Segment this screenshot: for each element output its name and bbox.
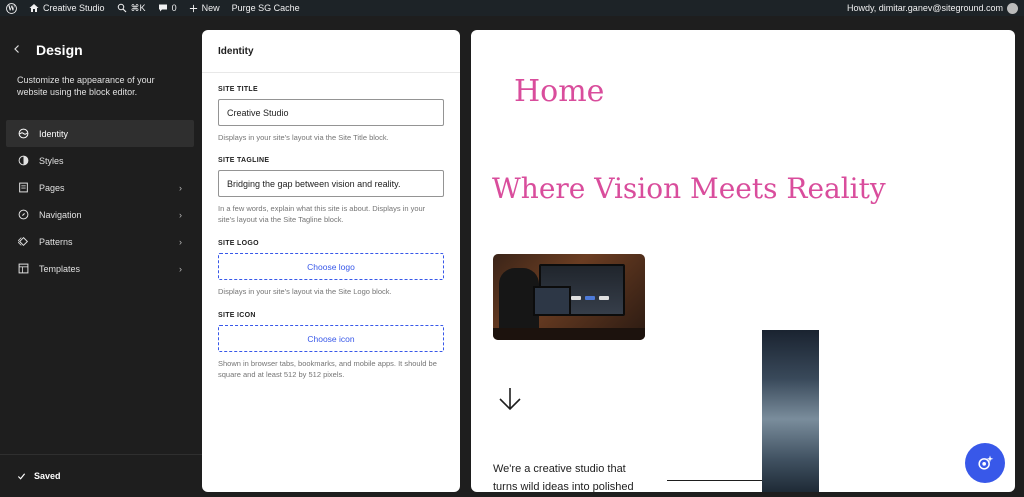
site-title-label: SITE TITLE bbox=[218, 86, 258, 93]
sidebar-item-pages[interactable]: Pages › bbox=[6, 174, 194, 201]
sidebar-item-label: Navigation bbox=[39, 209, 82, 220]
site-tagline-input[interactable]: Bridging the gap between vision and real… bbox=[218, 170, 444, 197]
sidebar-item-templates[interactable]: Templates › bbox=[6, 255, 194, 282]
site-tagline-label: SITE TAGLINE bbox=[218, 157, 270, 164]
back-button[interactable] bbox=[10, 43, 24, 57]
preview-hero-image bbox=[493, 254, 645, 340]
photo-monitor-secondary bbox=[533, 286, 571, 316]
new-label: New bbox=[201, 3, 220, 13]
site-icon-field: SITE ICON Choose icon Shown in browser t… bbox=[218, 312, 444, 380]
site-title-field: SITE TITLE Creative Studio Displays in y… bbox=[218, 86, 444, 143]
site-tagline-field: SITE TAGLINE Bridging the gap between vi… bbox=[218, 157, 444, 225]
home-icon bbox=[29, 4, 39, 12]
plus-icon bbox=[189, 4, 197, 12]
choose-logo-button[interactable]: Choose logo bbox=[218, 253, 444, 280]
preview-page-title: Home bbox=[514, 74, 605, 109]
design-sidebar: Design Customize the appearance of your … bbox=[0, 30, 202, 497]
navigation-icon bbox=[18, 209, 29, 220]
sidebar-nav: Identity Styles Pages › Navigation › Pat… bbox=[6, 120, 194, 282]
ai-assistant-button[interactable] bbox=[965, 443, 1005, 483]
patterns-icon bbox=[18, 236, 29, 247]
sidebar-item-label: Templates bbox=[39, 263, 81, 274]
admin-bar: W Creative Studio ⌘K 0 New Purge SG Cach… bbox=[0, 0, 1024, 16]
photo-desk bbox=[493, 328, 645, 340]
purge-cache-link[interactable]: Purge SG Cache bbox=[226, 0, 306, 16]
save-status: Saved bbox=[0, 454, 202, 497]
command-shortcut: ⌘K bbox=[130, 2, 146, 13]
chevron-right-icon: › bbox=[179, 209, 182, 220]
site-logo-help: Displays in your site's layout via the S… bbox=[218, 287, 392, 296]
checkmark-icon bbox=[17, 472, 26, 480]
howdy-text: Howdy, dimitar.ganev@siteground.com bbox=[846, 3, 1003, 13]
avatar bbox=[1007, 2, 1018, 14]
panel-title: Identity bbox=[202, 30, 460, 73]
identity-icon bbox=[18, 128, 29, 139]
sidebar-item-label: Identity bbox=[39, 128, 69, 139]
preview-divider bbox=[667, 480, 762, 481]
sidebar-item-label: Styles bbox=[39, 155, 64, 166]
site-title-help: Displays in your site's layout via the S… bbox=[218, 133, 389, 142]
chevron-right-icon: › bbox=[179, 182, 182, 193]
pages-icon bbox=[18, 182, 29, 193]
sidebar-item-navigation[interactable]: Navigation › bbox=[6, 201, 194, 228]
comments-link[interactable]: 0 bbox=[152, 0, 183, 16]
site-icon-help: Shown in browser tabs, bookmarks, and mo… bbox=[218, 359, 437, 379]
chevron-right-icon: › bbox=[179, 263, 182, 274]
sidebar-item-identity[interactable]: Identity bbox=[6, 120, 194, 147]
wordpress-logo-button[interactable]: W bbox=[0, 0, 23, 16]
comments-count: 0 bbox=[171, 3, 177, 13]
sidebar-item-label: Patterns bbox=[39, 236, 73, 247]
preview-headline: Where Vision Meets Reality bbox=[492, 172, 886, 205]
purge-label: Purge SG Cache bbox=[231, 3, 300, 13]
sidebar-item-styles[interactable]: Styles bbox=[6, 147, 194, 174]
site-preview[interactable]: Home Where Vision Meets Reality We're a … bbox=[471, 30, 1015, 492]
site-name: Creative Studio bbox=[43, 3, 105, 13]
saved-label: Saved bbox=[34, 471, 61, 481]
comment-icon bbox=[158, 4, 167, 12]
site-tagline-help: In a few words, explain what this site i… bbox=[218, 204, 426, 224]
styles-icon bbox=[18, 155, 29, 166]
wordpress-logo-icon: W bbox=[6, 2, 17, 14]
sparkle-icon bbox=[978, 455, 994, 470]
site-logo-label: SITE LOGO bbox=[218, 240, 259, 247]
chevron-right-icon: › bbox=[179, 236, 182, 247]
preview-intro-text: We're a creative studio that turns wild … bbox=[493, 463, 634, 492]
svg-text:W: W bbox=[7, 5, 15, 12]
choose-icon-button[interactable]: Choose icon bbox=[218, 325, 444, 352]
identity-panel: Identity SITE TITLE Creative Studio Disp… bbox=[202, 30, 460, 492]
site-logo-field: SITE LOGO Choose logo Displays in your s… bbox=[218, 240, 444, 297]
command-palette-button[interactable]: ⌘K bbox=[111, 0, 152, 16]
site-icon-label: SITE ICON bbox=[218, 312, 256, 319]
sidebar-item-label: Pages bbox=[39, 182, 65, 193]
sidebar-description: Customize the appearance of your website… bbox=[17, 75, 155, 97]
preview-side-image bbox=[762, 330, 819, 492]
templates-icon bbox=[18, 263, 29, 274]
site-name-link[interactable]: Creative Studio bbox=[23, 0, 111, 16]
sidebar-item-patterns[interactable]: Patterns › bbox=[6, 228, 194, 255]
arrow-down-icon bbox=[499, 388, 521, 411]
site-title-input[interactable]: Creative Studio bbox=[218, 99, 444, 126]
sidebar-title: Design bbox=[36, 42, 83, 58]
account-menu[interactable]: Howdy, dimitar.ganev@siteground.com bbox=[841, 0, 1024, 16]
search-icon bbox=[117, 3, 126, 13]
new-content-link[interactable]: New bbox=[183, 0, 226, 16]
chevron-left-icon bbox=[14, 45, 19, 53]
sidebar-header: Design bbox=[10, 42, 83, 58]
